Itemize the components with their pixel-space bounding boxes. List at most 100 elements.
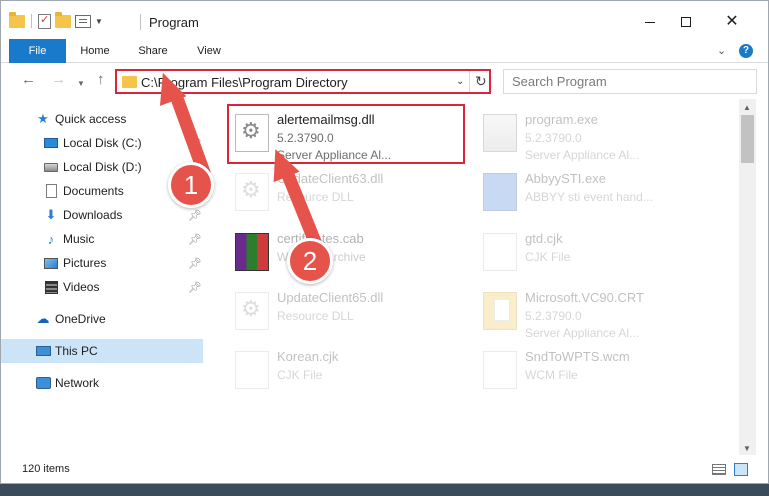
pin-icon: 📌︎	[188, 233, 202, 246]
file-detail: 5.2.3790.0	[525, 131, 582, 145]
nav-item-label: Pictures	[63, 256, 107, 270]
new-folder-icon[interactable]	[55, 11, 71, 28]
help-icon[interactable]: ?	[739, 44, 753, 58]
nav-item-network[interactable]: Network	[1, 371, 203, 395]
generic-file-icon	[483, 233, 517, 271]
refresh-icon[interactable]: ↻	[475, 73, 487, 90]
vertical-scrollbar[interactable]: ▲ ▼	[739, 99, 756, 455]
nav-item-onedrive[interactable]: ☁ OneDrive	[1, 307, 203, 331]
file-name: UpdateClient65.dll	[277, 290, 384, 305]
file-item-microsoft-vc90-crt[interactable]: Microsoft.VC90.CRT 5.2.3790.0 Server App…	[477, 284, 711, 340]
nav-item-label: Documents	[63, 184, 124, 198]
up-arrow-icon[interactable]: ↑	[97, 72, 105, 88]
file-explorer-window: ▼ Program ✕ File Home Share View ⌄ ? ← →…	[0, 0, 769, 484]
expand-ribbon-icon[interactable]: ⌄	[717, 44, 726, 57]
nav-item-pictures[interactable]: Pictures 📌︎	[1, 251, 203, 275]
address-dropdown-icon[interactable]: ⌄	[456, 76, 464, 87]
window-title: Program	[149, 15, 199, 30]
address-divider	[469, 71, 470, 92]
step-badge-2: 2	[287, 238, 333, 284]
generic-file-icon	[235, 351, 269, 389]
step-badge-1: 1	[168, 162, 214, 208]
nav-item-label: OneDrive	[55, 312, 106, 326]
back-arrow-icon[interactable]: ←	[21, 72, 36, 88]
title-bar: ▼ Program ✕	[1, 1, 768, 39]
file-detail: 5.2.3790.0	[525, 309, 582, 323]
video-icon	[43, 279, 59, 295]
file-name: alertemailmsg.dll	[277, 112, 375, 127]
pin-icon: 📌︎	[188, 209, 202, 222]
file-item-updateclient65-dll[interactable]: UpdateClient65.dll Resource DLL	[229, 284, 463, 340]
download-icon: ⬇	[45, 207, 57, 222]
customize-toolbar-icon[interactable]	[75, 14, 91, 28]
nav-item-label: Videos	[63, 280, 100, 294]
nav-item-local-disk-c[interactable]: Local Disk (C:) 📌︎	[1, 131, 203, 155]
nav-item-label: Quick access	[55, 112, 127, 126]
navigation-pane: ★ Quick access Local Disk (C:) 📌︎ Local …	[1, 99, 205, 455]
search-input[interactable]	[503, 69, 757, 94]
file-item-korean-cjk[interactable]: Korean.cjk CJK File	[229, 343, 463, 399]
picture-icon	[43, 255, 59, 271]
file-item-abbyysti-exe[interactable]: AbbyySTI.exe ABBYY sti event hand...	[477, 165, 711, 221]
file-detail: 5.2.3790.0	[277, 131, 334, 145]
file-detail: ABBYY sti event hand...	[525, 190, 653, 204]
disk-drive-icon	[43, 159, 59, 175]
file-detail: CJK File	[525, 250, 571, 264]
dll-file-icon	[235, 173, 269, 211]
scroll-up-icon[interactable]: ▲	[743, 103, 751, 112]
winrar-archive-icon	[235, 233, 269, 271]
nav-item-label: Downloads	[63, 208, 123, 222]
maximize-icon	[681, 17, 691, 27]
large-icons-view-icon[interactable]	[734, 463, 748, 476]
status-bar: 120 items	[1, 455, 768, 483]
file-name: Korean.cjk	[277, 349, 339, 364]
file-item-program-exe[interactable]: program.exe 5.2.3790.0 Server Appliance …	[477, 106, 711, 162]
item-count: 120 items	[22, 463, 70, 475]
tab-view[interactable]: View	[187, 39, 231, 63]
nav-item-music[interactable]: ♪ Music 📌︎	[1, 227, 203, 251]
file-detail: WCM File	[525, 368, 578, 382]
close-button[interactable]: ✕	[709, 7, 755, 37]
tab-home[interactable]: Home	[73, 39, 117, 63]
dll-file-icon	[235, 292, 269, 330]
pin-icon: 📌︎	[188, 281, 202, 294]
minimize-icon	[645, 21, 655, 23]
nav-item-label: Network	[55, 376, 100, 390]
qat-dropdown-icon[interactable]: ▼	[95, 17, 103, 26]
application-icon	[483, 173, 517, 211]
dll-file-icon	[235, 114, 269, 152]
scroll-down-icon[interactable]: ▼	[743, 444, 751, 453]
maximize-button[interactable]	[663, 7, 709, 37]
file-name: gtd.cjk	[525, 231, 563, 246]
star-icon: ★	[37, 111, 49, 126]
nav-item-quick-access[interactable]: ★ Quick access	[1, 107, 203, 131]
computer-icon	[35, 343, 51, 359]
toolbar-divider	[31, 14, 32, 28]
desktop-drive-icon	[43, 135, 59, 151]
ribbon-tabs: File Home Share View ⌄ ?	[1, 39, 768, 63]
nav-item-videos[interactable]: Videos 📌︎	[1, 275, 203, 299]
nav-item-label: Local Disk (C:)	[63, 136, 142, 150]
file-item-gtd-cjk[interactable]: gtd.cjk CJK File	[477, 225, 711, 281]
properties-icon[interactable]	[38, 13, 51, 29]
address-folder-icon	[122, 76, 137, 88]
nav-item-label: This PC	[55, 344, 98, 358]
file-item-updateclient63-dll[interactable]: UpdateClient63.dll Resource DLL	[229, 165, 463, 221]
nav-item-label: Local Disk (D:)	[63, 160, 142, 174]
nav-item-downloads[interactable]: ⬇ Downloads 📌︎	[1, 203, 203, 227]
tab-share[interactable]: Share	[131, 39, 175, 63]
pin-icon: 📌︎	[188, 257, 202, 270]
executable-icon	[483, 114, 517, 152]
nav-item-this-pc[interactable]: This PC	[1, 339, 203, 363]
tab-file[interactable]: File	[9, 39, 66, 63]
file-item-sndtowpts-wcm[interactable]: SndToWPTS.wcm WCM File	[477, 343, 711, 399]
recent-locations-icon[interactable]: ▼	[77, 76, 85, 92]
details-view-icon[interactable]	[712, 464, 726, 475]
file-name: Microsoft.VC90.CRT	[525, 290, 644, 305]
file-detail: Server Appliance Al...	[525, 148, 640, 162]
folder-icon	[9, 11, 25, 28]
scrollbar-thumb[interactable]	[741, 115, 754, 163]
forward-arrow-icon[interactable]: →	[51, 72, 66, 88]
title-divider	[140, 14, 141, 30]
file-item-certificates-cab[interactable]: certificates.cab WinRAR Archive	[229, 225, 463, 281]
